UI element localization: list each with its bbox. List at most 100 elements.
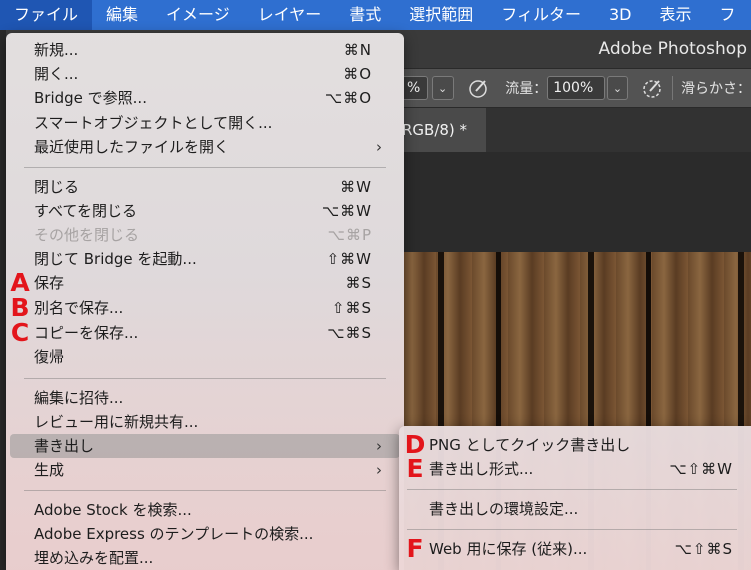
menu-item-label: 開く... [34, 65, 79, 83]
opacity-dropdown[interactable]: ⌄ [431, 76, 454, 100]
menu-item-label: すべてを閉じる [34, 202, 138, 220]
chevron-right-icon: › [376, 461, 382, 479]
submenu-item-label: PNG としてクイック書き出し [429, 436, 631, 454]
menu-item-shortcut: ⌥⌘P [327, 226, 372, 244]
menu-item-label: Adobe Stock を検索... [34, 501, 192, 519]
annotation-marker-b: B [10, 293, 30, 322]
menu-item-shortcut: ⌘S [345, 274, 372, 292]
menu-item-shortcut: ⌘O [343, 65, 372, 83]
chevron-right-icon: › [376, 138, 382, 156]
menu-item-export[interactable]: 書き出し › [6, 434, 404, 458]
app-title: Adobe Photoshop [598, 39, 748, 59]
menu-edit[interactable]: 編集 [92, 0, 152, 30]
menu-separator [24, 378, 386, 379]
menu-item-save[interactable]: A 保存 ⌘S [6, 268, 404, 297]
menu-item-label: 閉じる [34, 178, 80, 196]
menu-item-shortcut: ⌘N [343, 41, 372, 59]
menu-item-share-for-review[interactable]: レビュー用に新規共有... [6, 410, 404, 434]
menu-item-open-recent[interactable]: 最近使用したファイルを開く › [6, 135, 404, 159]
menu-view[interactable]: 表示 [645, 0, 705, 30]
flow-field[interactable]: 100% [547, 76, 605, 100]
submenu-item-export-as[interactable]: E 書き出し形式... ⌥⇧⌘W [399, 454, 751, 483]
menu-item-close-others: その他を閉じる ⌥⌘P [6, 223, 404, 247]
menu-item-generate[interactable]: 生成 › [6, 458, 404, 482]
menu-item-shortcut: ⌘W [340, 178, 372, 196]
menu-item-label: スマートオブジェクトとして開く... [34, 114, 273, 132]
menu-file[interactable]: ファイル [0, 0, 93, 30]
smoothing-label: 滑らかさ： [680, 81, 751, 97]
menu-item-label: Adobe Express のテンプレートの検索... [34, 525, 314, 543]
app-titlebar: Adobe Photoshop [400, 30, 751, 68]
menu-type[interactable]: 書式 [335, 0, 395, 30]
menu-item-save-as[interactable]: B 別名で保存... ⇧⌘S [6, 293, 404, 322]
menu-item-place-embedded[interactable]: 埋め込みを配置... [6, 546, 404, 570]
menu-item-label: 復帰 [34, 348, 65, 366]
menu-item-new[interactable]: 新規... ⌘N [6, 38, 404, 62]
airbrush-icon[interactable] [468, 76, 492, 100]
pen-pressure-icon[interactable] [640, 76, 666, 100]
document-tab-title: RGB/8) * [402, 121, 468, 139]
annotation-marker-c: C [10, 318, 30, 347]
menu-plugins[interactable]: フ [705, 0, 749, 30]
flow-dropdown[interactable]: ⌄ [606, 76, 629, 100]
menu-item-search-adobe-stock[interactable]: Adobe Stock を検索... [6, 498, 404, 522]
menubar: ファイル 編集 イメージ レイヤー 書式 選択範囲 フィルター 3D 表示 フ [0, 0, 751, 30]
submenu-item-quick-export-png[interactable]: D PNG としてクイック書き出し [399, 432, 751, 457]
menu-item-close-all[interactable]: すべてを閉じる ⌥⌘W [6, 199, 404, 223]
submenu-item-export-preferences[interactable]: 書き出しの環境設定... [399, 497, 751, 521]
menu-item-label: 保存 [34, 274, 65, 292]
menu-item-open[interactable]: 開く... ⌘O [6, 62, 404, 86]
menu-item-label: レビュー用に新規共有... [34, 413, 199, 431]
submenu-item-label: 書き出しの環境設定... [429, 500, 579, 518]
submenu-item-label: Web 用に保存 (従来)... [429, 540, 588, 558]
submenu-item-shortcut: ⌥⇧⌘S [674, 540, 733, 558]
menu-item-shortcut: ⌥⌘S [327, 324, 372, 342]
menu-separator [24, 167, 386, 168]
menu-item-shortcut: ⇧⌘W [326, 250, 372, 268]
menu-item-label: 別名で保存... [34, 299, 124, 317]
options-bar: % ⌄ 流量： 100% ⌄ 滑らかさ： [400, 68, 751, 108]
menu-item-close[interactable]: 閉じる ⌘W [6, 175, 404, 199]
menu-item-label: 新規... [34, 41, 79, 59]
menu-layer[interactable]: レイヤー [244, 0, 336, 30]
export-submenu: D PNG としてクイック書き出し E 書き出し形式... ⌥⇧⌘W 書き出しの… [399, 426, 751, 570]
menu-item-save-a-copy[interactable]: C コピーを保存... ⌥⌘S [6, 318, 404, 347]
menu-item-label: 最近使用したファイルを開く [34, 138, 230, 156]
menu-filter[interactable]: フィルター [487, 0, 595, 30]
chevron-right-icon: › [376, 437, 382, 455]
menu-3d[interactable]: 3D [595, 0, 646, 30]
menu-item-label: 閉じて Bridge を起動... [34, 250, 197, 268]
menu-item-shortcut: ⌥⌘O [324, 89, 372, 107]
menu-image[interactable]: イメージ [152, 0, 244, 30]
chevron-down-icon: ⌄ [612, 81, 623, 95]
menu-separator [407, 529, 737, 530]
canvas-area [400, 152, 751, 252]
menu-item-shortcut: ⌥⌘W [321, 202, 372, 220]
menu-item-browse-in-bridge[interactable]: Bridge で参照... ⌥⌘O [6, 86, 404, 110]
flow-label: 流量： [505, 81, 548, 97]
menu-item-label: 生成 [34, 461, 65, 479]
menu-item-search-express-templates[interactable]: Adobe Express のテンプレートの検索... [6, 522, 404, 546]
opacity-value: % [407, 80, 421, 96]
menu-item-shortcut: ⇧⌘S [331, 299, 372, 317]
submenu-item-save-for-web[interactable]: F Web 用に保存 (従来)... ⌥⇧⌘S [399, 534, 751, 563]
submenu-item-label: 書き出し形式... [429, 460, 534, 478]
menu-item-open-as-smart-object[interactable]: スマートオブジェクトとして開く... [6, 111, 404, 135]
menu-separator [24, 490, 386, 491]
annotation-marker-f: F [406, 534, 424, 563]
file-menu: 新規... ⌘N 開く... ⌘O Bridge で参照... ⌥⌘O スマート… [6, 33, 404, 570]
annotation-marker-a: A [10, 268, 30, 297]
menu-item-label: その他を閉じる [34, 226, 140, 244]
menu-item-label: Bridge で参照... [34, 89, 147, 107]
annotation-marker-e: E [406, 454, 424, 483]
menu-item-label: 書き出し [34, 437, 95, 455]
menu-separator [407, 489, 737, 490]
menu-select[interactable]: 選択範囲 [395, 0, 487, 30]
document-tabbar: RGB/8) * [400, 108, 751, 152]
menu-item-invite-to-edit[interactable]: 編集に招待... [6, 386, 404, 410]
menu-item-label: 埋め込みを配置... [34, 549, 154, 567]
document-tab[interactable]: RGB/8) * [400, 108, 486, 152]
menu-item-close-and-go-to-bridge[interactable]: 閉じて Bridge を起動... ⇧⌘W [6, 247, 404, 271]
menu-item-revert[interactable]: 復帰 [6, 345, 404, 369]
opacity-field[interactable]: % [402, 76, 428, 100]
